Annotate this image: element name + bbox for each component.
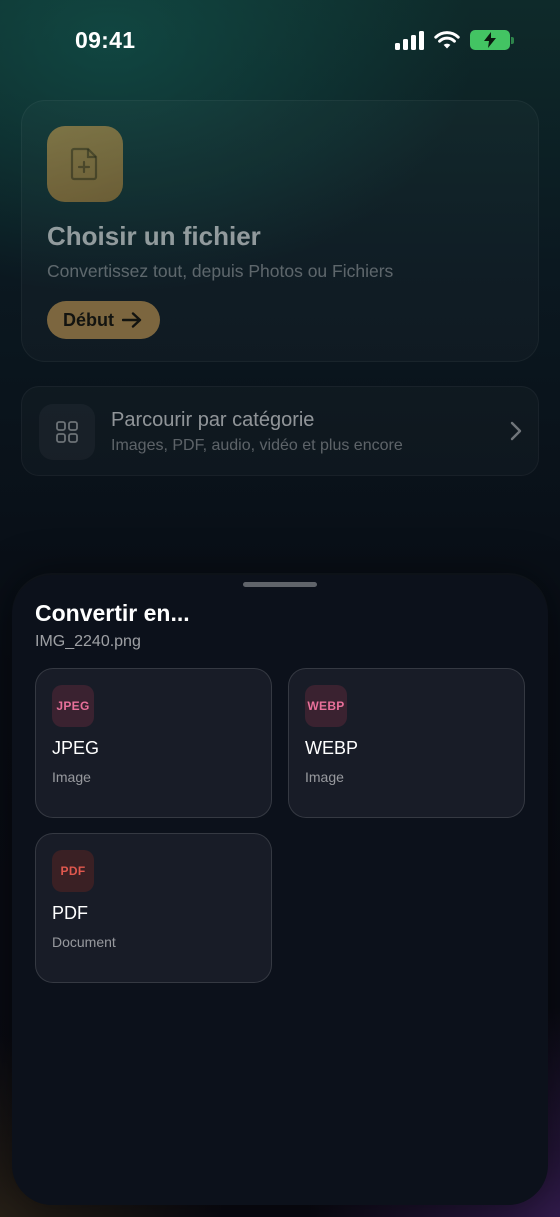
battery-charging-icon [470,30,514,50]
choose-file-title: Choisir un fichier [47,221,261,251]
status-icons [395,30,514,50]
format-option-webp[interactable]: WEBP WEBP Image [288,668,525,818]
wifi-icon [434,31,460,49]
browse-category-subtitle: Images, PDF, audio, vidéo et plus encore [111,437,403,454]
format-type: Document [52,934,116,950]
format-type: Image [305,769,344,785]
format-badge: JPEG [52,685,94,727]
sheet-title: Convertir en... [35,600,190,626]
browse-category-card[interactable]: Parcourir par catégorie Images, PDF, aud… [21,386,539,476]
start-button-label: Début [63,309,114,330]
choose-file-card[interactable]: Choisir un fichier Convertissez tout, de… [21,100,539,362]
format-name: PDF [52,903,88,923]
status-time: 09:41 [75,27,136,53]
sheet-grabber[interactable] [243,582,317,587]
choose-file-subtitle: Convertissez tout, depuis Photos ou Fich… [47,261,394,281]
format-badge: WEBP [305,685,347,727]
chevron-right-icon [510,421,522,441]
cellular-signal-icon [395,30,424,50]
convert-sheet: Convertir en... IMG_2240.png JPEG JPEG I… [12,575,548,1205]
grid-icon [39,404,95,460]
format-option-jpeg[interactable]: JPEG JPEG Image [35,668,272,818]
status-bar: 09:41 [0,0,560,80]
arrow-right-icon [122,312,142,328]
file-plus-icon [47,126,123,202]
sheet-filename: IMG_2240.png [35,633,141,650]
start-button[interactable]: Début [47,301,160,339]
browse-category-title: Parcourir par catégorie [111,409,315,431]
format-option-pdf[interactable]: PDF PDF Document [35,833,272,983]
format-name: JPEG [52,738,100,758]
format-badge: PDF [52,850,94,892]
format-type: Image [52,769,91,785]
format-name: WEBP [305,738,359,758]
